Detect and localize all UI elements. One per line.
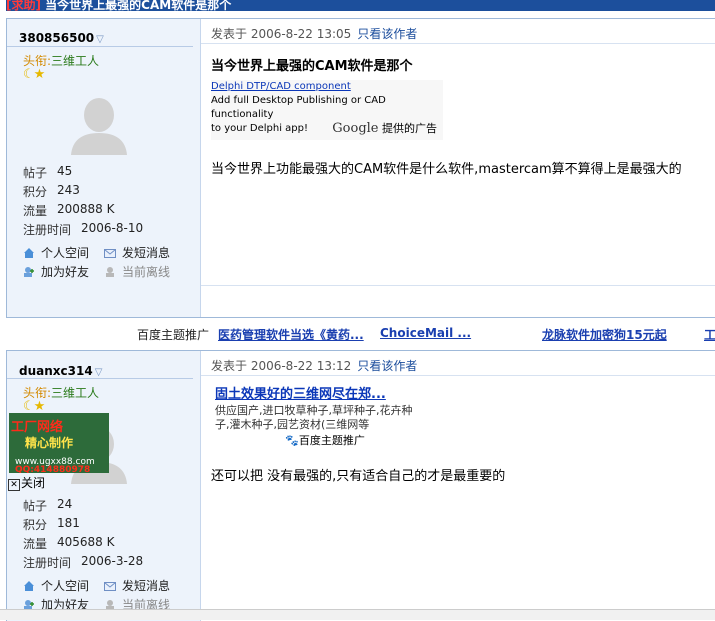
divider — [201, 43, 715, 44]
floating-ad-banner[interactable]: 工厂网络 精心制作 www.ugxx88.com QQ:414880978 — [9, 413, 109, 473]
add-friend-icon — [23, 266, 35, 278]
ad-link[interactable]: Delphi DTP/CAD component — [211, 80, 443, 94]
post-2-username[interactable]: duanxc314 ▽ — [19, 364, 102, 378]
post-1-stat-points: 积分 243 — [23, 183, 80, 199]
post-1-home-space-link[interactable]: 个人空间 — [23, 244, 89, 261]
post-1-username[interactable]: 380856500 ▽ — [19, 31, 104, 45]
post-1-stat-reg: 注册时间 2006-8-10 — [23, 221, 144, 237]
status-bar — [0, 609, 715, 620]
post-2-message-link[interactable]: 发短消息 — [104, 577, 170, 594]
post-1-meta: 发表于 2006-8-22 13:05 只看该作者 — [211, 27, 418, 41]
post-1-message-link[interactable]: 发短消息 — [104, 244, 170, 261]
divider — [7, 46, 193, 47]
baidu-ad-headline[interactable]: 固土效果好的三维网尽在郑... — [215, 388, 435, 402]
home-icon — [23, 580, 35, 592]
close-box-icon: ✕ — [8, 479, 20, 491]
ad-line-1: Add full Desktop Publishing or CAD funct… — [211, 95, 386, 120]
post-1-add-friend-link[interactable]: 加为好友 — [23, 263, 89, 280]
promo-link-1[interactable]: 医药管理软件当选《黄药... — [218, 326, 364, 343]
google-ads-credit: Google 提供的广告 — [332, 121, 437, 136]
promo-link-3[interactable]: 龙脉软件加密狗15元起 — [542, 326, 667, 343]
baidu-ad-line-2: 子,灌木种子,园艺资材(三维网等 — [215, 418, 370, 431]
post-1-body: 当今世界上功能最强大的CAM软件是什么软件,mastercam算不算得上是最强大… — [211, 162, 682, 177]
promo-label: 百度主题推广 — [137, 328, 210, 342]
post-1-offline-status: 当前离线 — [104, 263, 170, 280]
google-ad-box[interactable]: Delphi DTP/CAD component Add full Deskto… — [211, 80, 443, 140]
post-1-stat-traffic: 流量 200888 K — [23, 202, 115, 218]
post-1: 380856500 ▽ 头衔:三维工人 ☾★ 帖子 45 积分 243 流量 20088… — [6, 18, 715, 318]
rank-moon-star-icon: ☾★ — [23, 399, 45, 414]
topic-tag: [求助] — [6, 0, 41, 11]
default-avatar-icon — [71, 98, 127, 155]
divider — [201, 285, 715, 286]
divider — [201, 375, 715, 376]
topic-title-bar: [求助] 当今世界上最强的CAM软件是那个 — [6, 0, 715, 11]
baidu-ad-box[interactable]: 固土效果好的三维网尽在郑... 供应国产,进口牧草种子,草坪种子,花卉种 子,灌… — [215, 388, 435, 448]
float-ad-line-1: 工厂网络 — [11, 420, 64, 435]
post-2: duanxc314 ▽ 头衔:三维工人 ☾★ 帖子 24 积分 181 流量 40568… — [6, 350, 715, 621]
envelope-icon — [104, 247, 116, 259]
post-1-user-panel: 380856500 ▽ 头衔:三维工人 ☾★ 帖子 45 积分 243 流量 20088… — [7, 19, 201, 317]
topic-title: 当今世界上最强的CAM软件是那个 — [40, 0, 232, 11]
promo-link-2[interactable]: ChoiceMail ... — [380, 326, 471, 340]
post-1-stat-posts: 帖子 45 — [23, 164, 73, 180]
post-2-content: 发表于 2006-8-22 13:12 只看该作者 固土效果好的三维网尽在郑...… — [201, 351, 715, 621]
paw-icon: 🐾 — [285, 434, 299, 447]
post-1-title: 当今世界上最强的CAM软件是那个 — [211, 59, 413, 74]
baidu-promo-bar: 百度主题推广 医药管理软件当选《黄药... ChoiceMail ... 龙脉软… — [0, 323, 715, 345]
rank-moon-star-icon: ☾★ — [23, 67, 45, 82]
post-1-author-only-link[interactable]: 只看该作者 — [357, 27, 417, 41]
post-2-stat-traffic: 流量 405688 K — [23, 535, 115, 551]
post-2-meta: 发表于 2006-8-22 13:12 只看该作者 — [211, 359, 418, 373]
home-icon — [23, 247, 35, 259]
envelope-icon — [104, 580, 116, 592]
person-icon — [104, 266, 116, 278]
promo-link-4[interactable]: 工 — [704, 326, 715, 343]
post-2-stat-points: 积分 181 — [23, 516, 80, 532]
baidu-ad-badge: 🐾百度主题推广 — [285, 434, 365, 447]
chevron-down-icon[interactable]: ▽ — [96, 34, 104, 45]
float-ad-line-4: QQ:414880978 — [15, 465, 91, 473]
post-2-home-space-link[interactable]: 个人空间 — [23, 577, 89, 594]
float-ad-line-2: 精心制作 — [25, 436, 74, 450]
post-2-author-only-link[interactable]: 只看该作者 — [357, 359, 417, 373]
divider — [7, 378, 193, 379]
chevron-down-icon[interactable]: ▽ — [95, 367, 103, 378]
post-2-stat-reg: 注册时间 2006-3-28 — [23, 554, 144, 570]
baidu-ad-line-1: 供应国产,进口牧草种子,草坪种子,花卉种 — [215, 404, 413, 417]
post-2-stat-posts: 帖子 24 — [23, 497, 73, 513]
floating-ad-close-button[interactable]: ✕ 关闭 — [8, 474, 45, 491]
post-1-content: 发表于 2006-8-22 13:05 只看该作者 当今世界上最强的CAM软件是那… — [201, 19, 715, 317]
post-2-body: 还可以把 没有最强的,只有适合自己的才是最重要的 — [211, 469, 506, 484]
